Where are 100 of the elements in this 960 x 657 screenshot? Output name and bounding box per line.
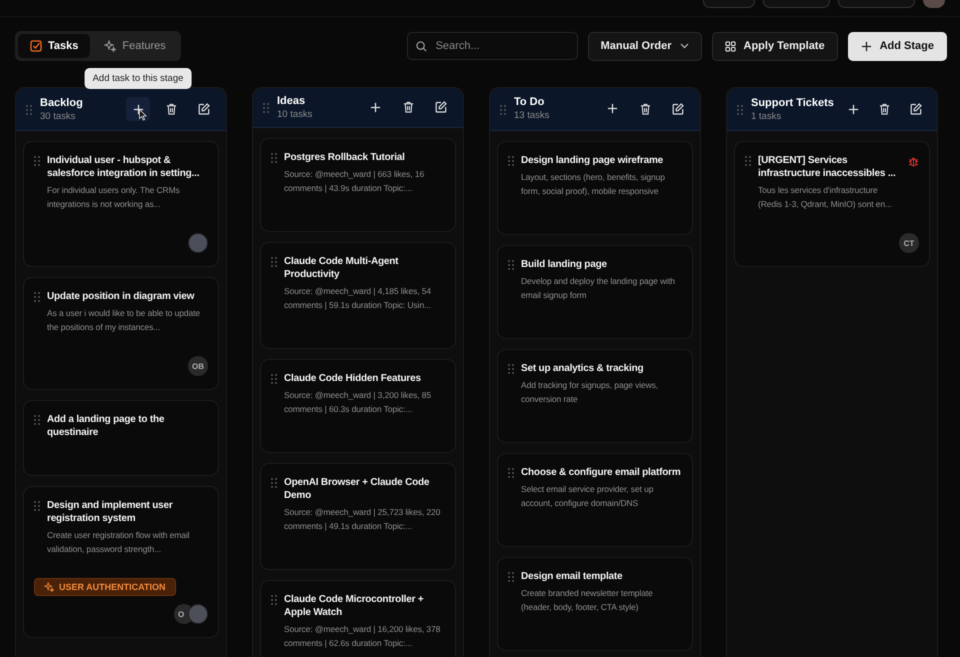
drag-handle-icon[interactable] (34, 156, 40, 166)
task-description: Tous les services d'infrastructure (Redis 1-3, Qdrant, MinIO) sont en... (758, 184, 893, 211)
task-title: Design and implement user registration system (47, 499, 174, 525)
task-title: Set up analytics & tracking (521, 362, 644, 375)
drag-handle-icon[interactable] (263, 103, 269, 114)
drag-handle-icon[interactable] (34, 501, 40, 511)
task-title: Build landing page (521, 258, 608, 271)
task-description: Create branded newsletter template (header, body, footer, CTA style) (521, 586, 654, 614)
add-stage-button[interactable]: Add Stage (848, 32, 947, 60)
task-title: Design landing page wireframe (521, 154, 664, 167)
plus-icon (860, 40, 872, 52)
task-title: Claude Code Hidden Features (284, 372, 422, 385)
search-icon (416, 41, 427, 52)
plus-icon (132, 104, 144, 114)
task-description: Add tracking for signups, page views, conversion rate (521, 378, 660, 406)
task-description: Source: @meech_ward | 663 likes, 16 comments | 43.9s duration Topic:... (284, 168, 426, 195)
drag-handle-icon[interactable] (26, 105, 32, 115)
trash-icon (640, 102, 650, 115)
tooltip: Add task to this stage (84, 68, 192, 89)
search-field[interactable]: Search... (406, 32, 578, 60)
task-title: Design email template (521, 570, 624, 583)
task-card[interactable]: Update position in diagram view As a user i would like to be able to update the positions of my instances... OB (23, 277, 219, 390)
grid-icon (724, 40, 736, 52)
stage-title: To Do (514, 96, 544, 108)
task-card[interactable]: Design landing page wireframe Layout, sections (hero, benefits, signup form, social proof), mobile responsive (497, 140, 693, 235)
drag-handle-icon[interactable] (34, 415, 40, 425)
drag-handle-icon[interactable] (271, 256, 277, 267)
drag-handle-icon[interactable] (508, 156, 514, 166)
trash-icon (402, 101, 414, 114)
task-description: Select email service provider, set up account, configure domain/DNS (521, 482, 654, 510)
drag-handle-icon[interactable] (34, 292, 40, 302)
apply-template-button[interactable]: Apply Template (712, 32, 838, 60)
edit-icon (910, 103, 922, 115)
task-title: OpenAI Browser + Claude Code Demo (284, 476, 430, 502)
view-tab[interactable]: Features (92, 34, 178, 58)
task-title: Claude Code Multi-Agent Productivity (284, 254, 400, 281)
toolbar-button[interactable] (703, 0, 755, 8)
edit-icon (198, 103, 210, 115)
task-count: 10 tasks (277, 108, 312, 120)
task-description: Layout, sections (hero, benefits, signup form, social proof), mobile responsive (521, 170, 666, 198)
task-card[interactable]: Build landing page Develop and deploy the landing page with email signup form (497, 244, 693, 339)
drag-handle-icon[interactable] (745, 156, 751, 166)
task-card[interactable]: Design email template Create branded newsletter template (header, body, footer, CTA style) (497, 556, 693, 651)
task-card[interactable]: Choose & configure email platform Select email service provider, set up account, configure domain/DNS (497, 452, 693, 547)
trash-icon (879, 103, 890, 115)
sort-dropdown[interactable]: Manual Order (588, 32, 702, 60)
drag-handle-icon[interactable] (508, 364, 514, 374)
plus-icon (370, 102, 380, 113)
user-initials: OB (188, 356, 208, 376)
task-card[interactable]: Postgres Rollback Tutorial Source: @meech_ward | 663 likes, 16 comments | 43.9s duration Topic:... (260, 138, 456, 232)
task-card[interactable]: OpenAI Browser + Claude Code Demo Source: @meech_ward | 25,723 likes, 220 comments | 49.1s duration Topic:... (260, 462, 456, 570)
plus-icon (848, 104, 860, 114)
edit-icon (672, 102, 684, 115)
task-description: Source: @meech_ward | 16,200 likes, 378 comments | 62.6s duration Topic:... (284, 622, 442, 650)
task-card[interactable]: Add a landing page to the questinaire (23, 400, 219, 476)
chevron-down-icon (680, 43, 688, 49)
drag-handle-icon[interactable] (508, 572, 514, 582)
task-description: Develop and deploy the landing page with email signup form (521, 274, 676, 302)
task-card[interactable]: Claude Code Microcontroller + Apple Watch Source: @meech_ward | 16,200 likes, 378 comments | 62.6s duration Topic:... (260, 580, 456, 657)
stage-title: Ideas (277, 94, 306, 107)
task-card[interactable]: Claude Code Multi-Agent Productivity Source: @meech_ward | 4,185 likes, 54 comments | 59.1s duration Topic: Usin... (260, 242, 456, 349)
task-description: As a user i would like to be able to update the positions of my instances... (47, 307, 202, 334)
task-card[interactable]: Design and implement user registration system Create user registration flow with email validation, password strength... USER AUTHENTICATION O (23, 486, 219, 638)
task-description: Create user registration flow with email validation, password strength... (47, 529, 190, 556)
task-card[interactable]: Claude Code Hidden Features Source: @meech_ward | 3,200 likes, 85 comments | 60.3s duration Topic:... (260, 358, 456, 453)
pointer-cursor-icon (139, 109, 147, 121)
user-avatar[interactable] (923, 0, 945, 8)
task-count: 30 tasks (40, 110, 76, 122)
task-description: Source: @meech_ward | 25,723 likes, 220 comments | 49.1s duration Topic:... (284, 506, 442, 533)
task-count: 13 tasks (514, 110, 550, 122)
sparkle-icon (104, 40, 116, 52)
drag-handle-icon[interactable] (271, 478, 277, 488)
task-description: For individual users only. The CRMs integrations is not working as... (47, 184, 181, 211)
drag-handle-icon[interactable] (271, 152, 277, 163)
drag-handle-icon[interactable] (508, 468, 514, 478)
task-count: 1 tasks (751, 110, 782, 122)
toolbar-button[interactable] (763, 0, 830, 8)
task-title: Add a landing page to the questinaire (47, 413, 166, 439)
task-card[interactable]: Set up analytics & tracking Add tracking for signups, page views, conversion rate (497, 348, 693, 443)
stage-title: Support Tickets (751, 96, 834, 108)
tag-badge: USER AUTHENTICATION (34, 578, 176, 596)
drag-handle-icon[interactable] (737, 105, 743, 115)
task-card[interactable]: [URGENT] Services infrastructure inaccessibles ... Tous les services d'infrastructure (Redis 1-3, Qdrant, MinIO) sont en... CT (734, 141, 930, 267)
plus-icon (606, 103, 618, 114)
user-initials: CT (899, 233, 919, 253)
sparkle-icon (44, 582, 54, 592)
task-description: Source: @meech_ward | 3,200 likes, 85 comments | 60.3s duration Topic:... (284, 388, 432, 416)
drag-handle-icon[interactable] (271, 374, 277, 384)
edit-icon (435, 101, 447, 114)
view-tab[interactable]: Tasks (18, 34, 90, 58)
task-description: Source: @meech_ward | 4,185 likes, 54 comments | 59.1s duration Topic: Usin... (284, 284, 432, 312)
task-card[interactable]: Individual user - hubspot & salesforce integration in setting... For individual users only. The CRMs integrations is not working as... (23, 141, 219, 267)
task-title: Choose & configure email platform (521, 466, 682, 479)
drag-handle-icon[interactable] (500, 104, 506, 115)
drag-handle-icon[interactable] (508, 260, 514, 270)
task-title: Postgres Rollback Tutorial (284, 150, 406, 164)
toolbar-button[interactable] (838, 0, 915, 8)
stage-title: Backlog (40, 96, 83, 108)
task-title: Update position in diagram view (47, 290, 196, 303)
drag-handle-icon[interactable] (271, 594, 277, 605)
